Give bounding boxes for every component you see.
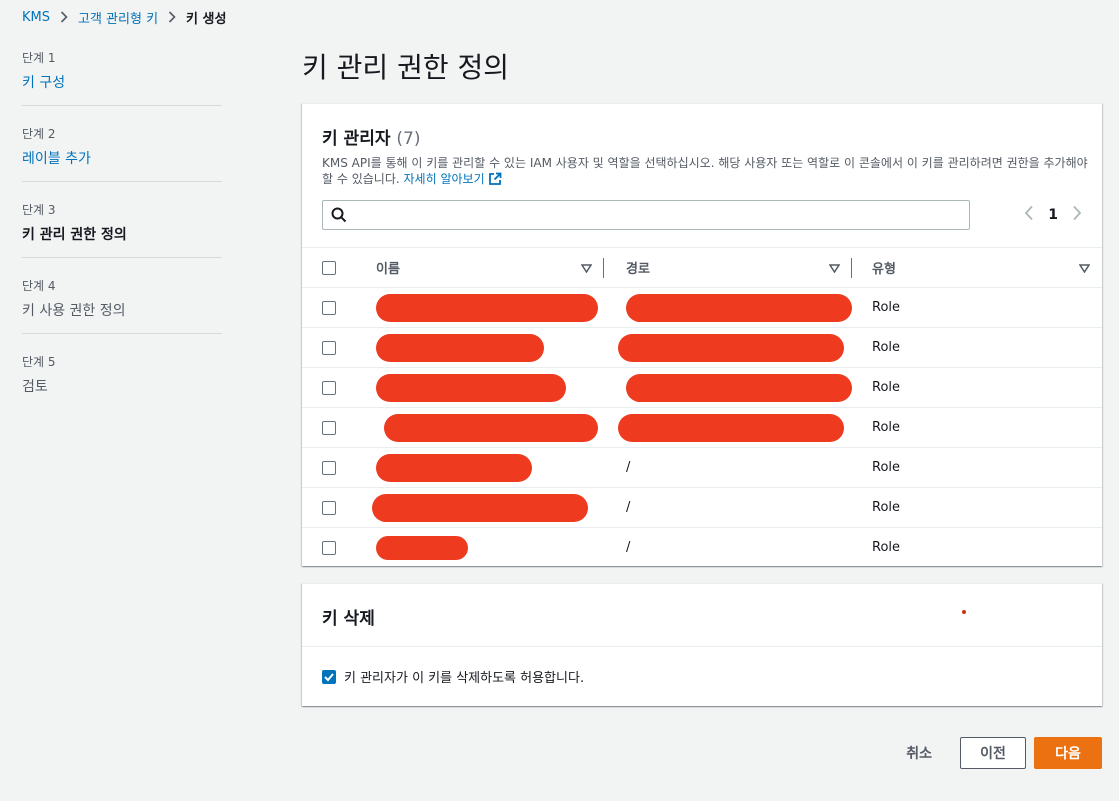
role-type: Role [872, 380, 901, 395]
key-admins-title: 키 관리자 [322, 129, 391, 149]
role-type: Role [872, 420, 901, 435]
external-link-icon [488, 172, 502, 190]
table-tools: 1 [322, 200, 1082, 230]
column-path-label: 경로 [626, 262, 650, 277]
step-title-admin-permissions: 키 관리 권한 정의 [22, 227, 127, 243]
key-deletion-panel: 키 삭제 키 관리자가 이 키를 삭제하도록 허용합니다. [302, 583, 1102, 706]
table-row[interactable]: / Role [302, 528, 1102, 568]
step-4: 단계 4 키 사용 권한 정의 [22, 274, 222, 334]
panel-header: 키 삭제 [302, 584, 1102, 647]
key-admins-count: (7) [396, 129, 421, 149]
select-all-checkbox[interactable] [322, 260, 336, 275]
redaction-mark [626, 373, 852, 402]
step-title-review: 검토 [22, 379, 48, 395]
redaction-mark [618, 413, 844, 442]
panel-description: KMS API를 통해 이 키를 관리할 수 있는 IAM 사용자 및 역할을 … [322, 155, 1092, 190]
column-name-label: 이름 [376, 262, 400, 277]
table-row[interactable]: Role [302, 328, 1102, 368]
step-title-key-config[interactable]: 키 구성 [22, 72, 222, 92]
redaction-mark [376, 535, 468, 560]
redaction-mark [372, 493, 588, 522]
step-number: 단계 4 [22, 279, 56, 293]
chevron-right-icon [60, 11, 68, 23]
allow-deletion-checkbox[interactable] [322, 669, 336, 684]
step-1: 단계 1 키 구성 [22, 46, 222, 106]
key-administrators-panel: 키 관리자 (7) KMS API를 통해 이 키를 관리할 수 있는 IAM … [302, 103, 1102, 566]
column-header-type[interactable]: 유형 [852, 248, 1102, 288]
column-header-path[interactable]: 경로 [604, 248, 852, 288]
panel-header: 키 관리자 (7) KMS API를 통해 이 키를 관리할 수 있는 IAM … [302, 104, 1102, 190]
next-button[interactable]: 다음 [1034, 737, 1102, 769]
table-row[interactable]: / Role [302, 488, 1102, 528]
allow-deletion-option[interactable]: 키 관리자가 이 키를 삭제하도록 허용합니다. [302, 647, 1102, 706]
column-type-label: 유형 [872, 262, 896, 277]
table-header-row: 이름 경로 유형 [302, 247, 1102, 288]
step-number: 단계 3 [22, 203, 56, 217]
key-deletion-title: 키 삭제 [322, 609, 375, 629]
column-header-name[interactable]: 이름 [354, 248, 604, 288]
search-box [322, 200, 970, 230]
breadcrumb-kms[interactable]: KMS [22, 10, 50, 25]
role-path: / [626, 540, 631, 556]
allow-deletion-label: 키 관리자가 이 키를 삭제하도록 허용합니다. [344, 671, 585, 686]
redaction-mark [376, 293, 598, 322]
sort-icon[interactable] [1078, 262, 1091, 277]
row-checkbox[interactable] [322, 420, 336, 435]
step-title-usage-permissions: 키 사용 권한 정의 [22, 303, 126, 319]
cancel-button[interactable]: 취소 [886, 737, 952, 769]
wizard-actions: 취소 이전 다음 [886, 737, 1102, 769]
step-title-add-labels[interactable]: 레이블 추가 [22, 148, 222, 168]
panel-title: 키 관리자 (7) [322, 124, 1082, 149]
role-type: Role [872, 500, 901, 515]
redaction-mark [376, 373, 566, 402]
step-number: 단계 1 [22, 51, 56, 65]
marker-dot [962, 610, 966, 614]
checkmark-icon [324, 672, 334, 681]
sort-icon[interactable] [580, 262, 593, 277]
previous-button[interactable]: 이전 [960, 737, 1026, 769]
row-checkbox[interactable] [322, 300, 336, 315]
table-row[interactable]: / Role [302, 448, 1102, 488]
step-number: 단계 2 [22, 127, 56, 141]
role-type: Role [872, 340, 901, 355]
search-input[interactable] [323, 201, 969, 229]
step-3: 단계 3 키 관리 권한 정의 [22, 198, 222, 258]
table-row[interactable]: Role [302, 368, 1102, 408]
pagination: 1 [1024, 200, 1082, 230]
wizard-steps: 단계 1 키 구성 단계 2 레이블 추가 단계 3 키 관리 권한 정의 단계… [22, 46, 222, 426]
key-admins-table: 이름 경로 유형 Role Role Role Role / Role / Ro… [302, 247, 1102, 568]
prev-page-icon[interactable] [1024, 205, 1034, 225]
step-2: 단계 2 레이블 추가 [22, 122, 222, 182]
redaction-mark [376, 453, 532, 482]
page-number[interactable]: 1 [1048, 207, 1058, 223]
breadcrumb-customer-managed-keys[interactable]: 고객 관리형 키 [78, 8, 158, 27]
row-checkbox[interactable] [322, 500, 336, 515]
role-type: Role [872, 540, 901, 556]
table-row[interactable]: Role [302, 288, 1102, 328]
step-number: 단계 5 [22, 355, 56, 369]
breadcrumb: KMS 고객 관리형 키 키 생성 [22, 8, 227, 27]
next-page-icon[interactable] [1072, 205, 1082, 225]
select-all-cell [302, 248, 354, 288]
role-path: / [626, 460, 631, 475]
redaction-mark [376, 333, 544, 362]
chevron-right-icon [168, 11, 176, 23]
row-checkbox[interactable] [322, 460, 336, 475]
redaction-mark [626, 293, 852, 322]
row-checkbox[interactable] [322, 380, 336, 395]
role-type: Role [872, 460, 901, 475]
learn-more-link[interactable]: 자세히 알아보기 [404, 172, 502, 186]
role-type: Role [872, 300, 901, 315]
row-checkbox[interactable] [322, 340, 336, 355]
step-5: 단계 5 검토 [22, 350, 222, 410]
table-row[interactable]: Role [302, 408, 1102, 448]
row-checkbox[interactable] [322, 540, 336, 555]
sort-icon[interactable] [828, 262, 841, 277]
breadcrumb-create-key: 키 생성 [186, 11, 227, 27]
search-icon [331, 207, 347, 227]
redaction-mark [618, 333, 844, 362]
page-title: 키 관리 권한 정의 [302, 51, 510, 84]
redaction-mark [384, 413, 598, 442]
role-path: / [626, 500, 631, 515]
